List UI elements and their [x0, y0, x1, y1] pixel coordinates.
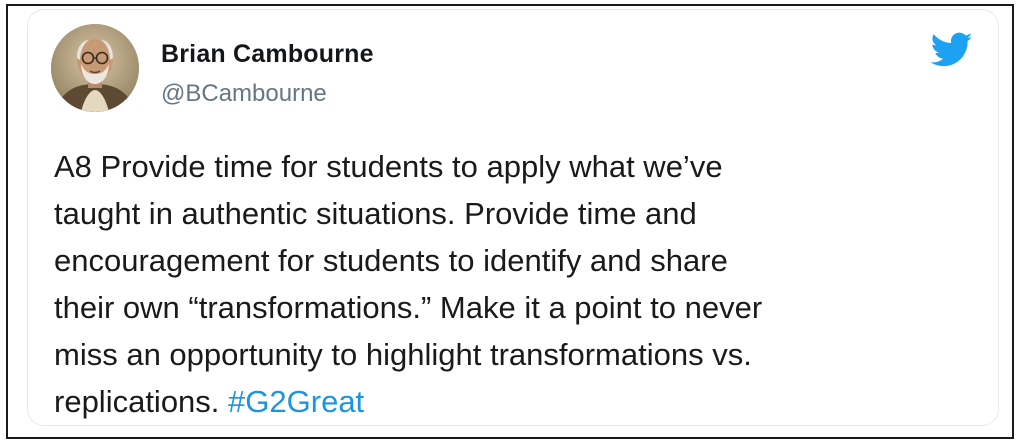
- tweet-line-text: replications.: [54, 384, 220, 419]
- tweet-line: taught in authentic situations. Provide …: [54, 196, 697, 231]
- tweet-line: A8 Provide time for students to apply wh…: [54, 149, 723, 184]
- author-handle[interactable]: @BCambourne: [161, 80, 327, 108]
- tweet-line: miss an opportunity to highlight transfo…: [54, 337, 752, 372]
- author-display-name[interactable]: Brian Cambourne: [161, 40, 374, 69]
- tweet-body: A8 Provide time for students to apply wh…: [54, 143, 969, 425]
- tweet-last-line: replications. #G2Great: [54, 378, 969, 425]
- twitter-logo-svg: [930, 32, 973, 67]
- tweet-line: encouragement for students to identify a…: [54, 243, 728, 278]
- author-avatar[interactable]: [51, 24, 139, 112]
- hashtag-link[interactable]: #G2Great: [228, 384, 364, 419]
- twitter-bird-icon[interactable]: [930, 32, 973, 68]
- avatar-photo-icon: [51, 24, 139, 112]
- tweet-line: their own “transformations.” Make it a p…: [54, 290, 763, 325]
